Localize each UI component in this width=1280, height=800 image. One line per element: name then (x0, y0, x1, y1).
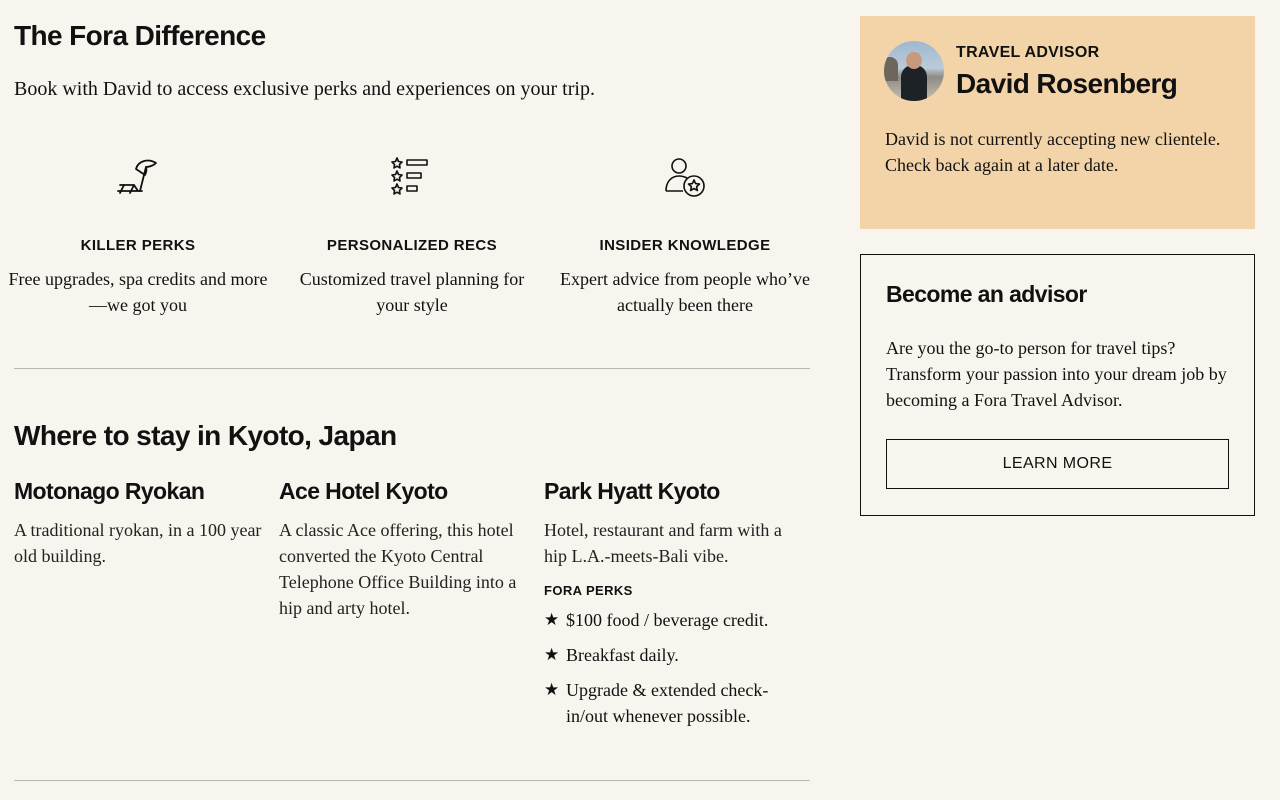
fora-perks-label: FORA PERKS (544, 583, 633, 598)
feature-desc: Expert advice from people who’ve actuall… (560, 269, 810, 315)
avatar[interactable] (884, 41, 944, 101)
learn-more-button[interactable]: LEARN MORE (886, 439, 1229, 489)
advisor-label: TRAVEL ADVISOR (956, 44, 1100, 61)
section-divider (14, 780, 810, 781)
feature-desc: Free upgrades, spa credits and more—we g… (8, 269, 268, 315)
hotel-name[interactable]: Motonago Ryokan (14, 478, 264, 505)
perk-item: ★ $100 food / beverage credit. (544, 607, 794, 633)
hotel-desc: A traditional ryokan, in a 100 year old … (14, 520, 262, 566)
perk-text: $100 food / beverage credit. (566, 610, 769, 630)
advisor-name[interactable]: David Rosenberg (956, 68, 1178, 100)
advisor-card: TRAVEL ADVISOR David Rosenberg David is … (860, 16, 1255, 229)
avatar-head (906, 52, 922, 69)
hotel-desc: Hotel, restaurant and farm with a hip L.… (544, 520, 782, 566)
features-row: KILLER PERKS Free upgrades, spa credits … (9, 155, 810, 325)
section-title-fora-difference: The Fora Difference (14, 20, 266, 51)
star-list-icon (391, 157, 428, 195)
feature-desc: Customized travel planning for your styl… (299, 269, 525, 315)
become-advisor-text: Are you the go-to person for travel tips… (886, 338, 1227, 410)
section-title-where-to-stay: Where to stay in Kyoto, Japan (14, 420, 397, 451)
avatar-rock (884, 57, 898, 81)
perk-text: Upgrade & extended check-in/out whenever… (566, 680, 769, 726)
become-advisor-card: Become an advisor Are you the go-to pers… (860, 254, 1255, 516)
person-star-icon (665, 158, 705, 197)
star-icon: ★ (544, 680, 560, 699)
become-advisor-title: Become an advisor (886, 281, 1087, 307)
beach-umbrella-icon (117, 159, 157, 194)
feature-personalized-recs: PERSONALIZED RECS Customized travel plan… (282, 155, 542, 318)
hotel-card-ace-hotel-kyoto: Ace Hotel Kyoto A classic Ace offering, … (279, 478, 529, 621)
avatar-body (901, 65, 927, 101)
hotel-name[interactable]: Ace Hotel Kyoto (279, 478, 529, 505)
feature-insider-knowledge: INSIDER KNOWLEDGE Expert advice from peo… (555, 155, 815, 318)
perk-item: ★ Upgrade & extended check-in/out whenev… (544, 677, 794, 729)
hotel-name[interactable]: Park Hyatt Kyoto (544, 478, 794, 505)
feature-title: KILLER PERKS (80, 237, 196, 254)
star-icon: ★ (544, 645, 560, 664)
hotel-card-motonago-ryokan: Motonago Ryokan A traditional ryokan, in… (14, 478, 264, 569)
perk-item: ★ Breakfast daily. (544, 642, 794, 668)
feature-title: INSIDER KNOWLEDGE (599, 237, 771, 254)
advisor-status-note: David is not currently accepting new cli… (885, 129, 1221, 175)
hotel-desc: A classic Ace offering, this hotel conve… (279, 520, 517, 618)
intro-text: Book with David to access exclusive perk… (14, 78, 595, 100)
star-icon: ★ (544, 610, 560, 629)
perk-text: Breakfast daily. (566, 645, 679, 665)
hotel-card-park-hyatt-kyoto: Park Hyatt Kyoto Hotel, restaurant and f… (544, 478, 794, 729)
section-divider (14, 368, 810, 369)
feature-killer-perks: KILLER PERKS Free upgrades, spa credits … (8, 155, 268, 318)
feature-title: PERSONALIZED RECS (326, 237, 498, 254)
